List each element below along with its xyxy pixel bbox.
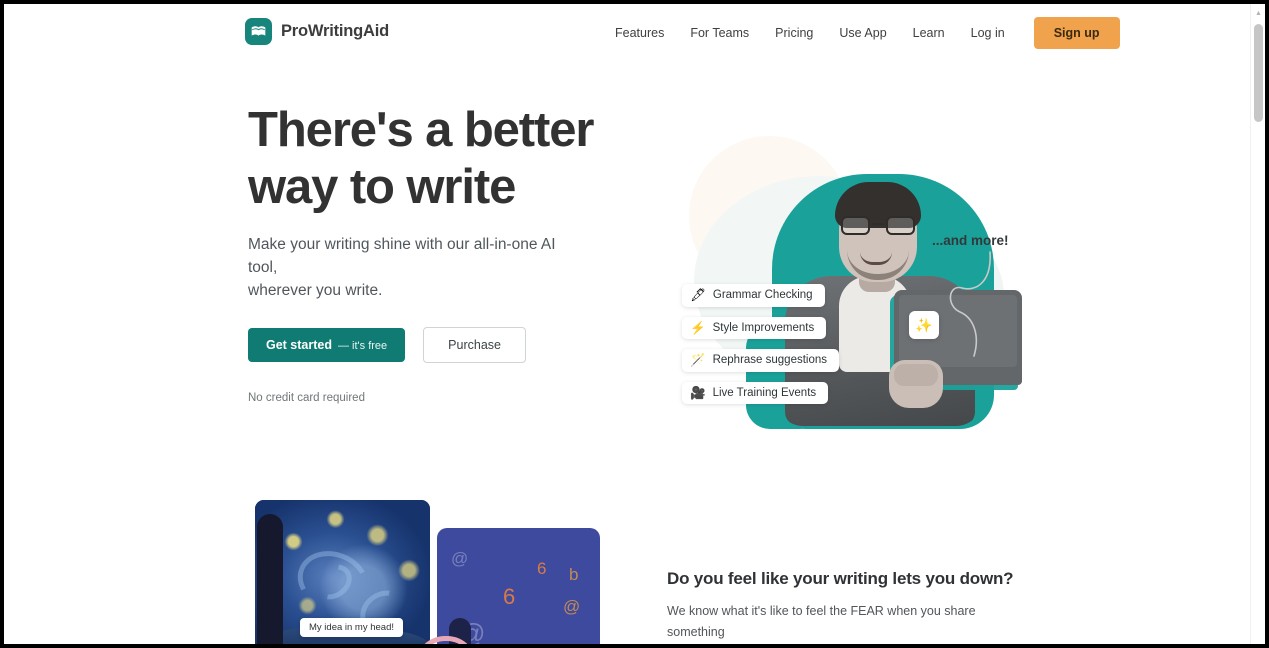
glasses-lens-right — [886, 216, 915, 235]
feature-chip-live-training-events[interactable]: 🎥 Live Training Events — [682, 381, 829, 404]
section2-illustration: @ 6 b 6 @ @ @ My idea in m — [255, 500, 600, 644]
feature-chip-label: Rephrase suggestions — [712, 354, 828, 367]
purchase-button[interactable]: Purchase — [423, 327, 526, 363]
nav-item-learn[interactable]: Learn — [900, 20, 958, 46]
nav-item-use-app[interactable]: Use App — [826, 20, 899, 46]
main-nav: Features For Teams Pricing Use App Learn… — [602, 4, 1120, 61]
page-scrollbar[interactable]: ▲ — [1250, 4, 1265, 644]
get-started-label: Get started — [266, 338, 332, 352]
sparkle-badge: ✨ — [909, 311, 939, 339]
page-title: There's a better way to write — [248, 103, 594, 214]
doodle-swirl: 6 — [503, 584, 516, 609]
feature-chip-label: Style Improvements — [712, 321, 815, 334]
feature-chip-label: Grammar Checking — [712, 289, 813, 302]
hero-subtitle: Make your writing shine with our all-in-… — [248, 236, 556, 299]
brand-name: ProWritingAid — [281, 22, 390, 40]
feature-chip-list: 🖋 Grammar Checking ⚡ Style Improvements … — [682, 284, 872, 414]
nav-item-pricing[interactable]: Pricing — [762, 20, 826, 46]
feature-chip-label: Live Training Events — [712, 386, 817, 399]
doodle-swirl: b — [569, 565, 579, 584]
nav-item-log-in[interactable]: Log in — [958, 20, 1018, 46]
feature-chip-style-improvements[interactable]: ⚡ Style Improvements — [682, 316, 827, 339]
curly-arrow-icon — [949, 251, 991, 357]
brand-logo-link[interactable]: ProWritingAid — [245, 18, 389, 45]
image-caption-pill: My idea in my head! — [300, 618, 404, 637]
glasses-icon — [841, 216, 915, 235]
hero-section: There's a better way to write Make your … — [4, 61, 1250, 481]
scrollbar-thumb[interactable] — [1254, 24, 1263, 122]
scroll-up-arrow-icon[interactable]: ▲ — [1255, 10, 1262, 17]
section2-copy: Do you feel like your writing lets you d… — [667, 569, 1014, 644]
get-started-free-note: — it's free — [338, 340, 388, 352]
hero-illustration: 🖋 Grammar Checking ⚡ Style Improvements … — [664, 106, 1024, 446]
page-scroll-surface[interactable]: ProWritingAid Features For Teams Pricing… — [4, 4, 1250, 644]
get-started-button[interactable]: Get started — it's free — [248, 328, 406, 362]
glasses-lens-left — [841, 216, 870, 235]
movie-camera-icon: 🎥 — [690, 385, 706, 400]
section2-title: Do you feel like your writing lets you d… — [667, 569, 1014, 588]
book-pages-icon — [245, 18, 272, 45]
and-more-label: ...and more! — [932, 233, 1009, 248]
doodle-swirl: 6 — [537, 559, 547, 578]
hero-cta-group: Get started — it's free Purchase — [248, 327, 648, 363]
lightning-bolt-icon: ⚡ — [690, 320, 706, 335]
doodle-swirl: @ — [563, 597, 581, 616]
cypress-tree — [257, 514, 283, 644]
feature-chip-grammar-checking[interactable]: 🖋 Grammar Checking — [682, 284, 825, 307]
sparkles-icon: ✨ — [915, 316, 933, 333]
glasses-bridge — [872, 223, 884, 226]
writing-lets-you-down-section: @ 6 b 6 @ @ @ My idea in m — [4, 484, 1250, 644]
feather-pen-icon: 🖋 — [690, 288, 706, 302]
sign-up-button[interactable]: Sign up — [1033, 16, 1120, 49]
nav-item-for-teams[interactable]: For Teams — [677, 20, 762, 46]
section2-body: We know what it's like to feel the FEAR … — [667, 604, 976, 639]
browser-viewport: ProWritingAid Features For Teams Pricing… — [4, 4, 1265, 644]
no-credit-card-note: No credit card required — [248, 392, 365, 404]
hero-copy: There's a better way to write Make your … — [248, 102, 648, 404]
magic-wand-icon: 🪄 — [690, 353, 706, 367]
doodle-swirl: @ — [451, 549, 469, 568]
site-header: ProWritingAid Features For Teams Pricing… — [4, 4, 1250, 61]
feature-chip-rephrase-suggestions[interactable]: 🪄 Rephrase suggestions — [682, 349, 840, 372]
nav-item-features[interactable]: Features — [602, 20, 677, 46]
simplified-painting-frame: @ 6 b 6 @ @ @ — [437, 528, 600, 644]
